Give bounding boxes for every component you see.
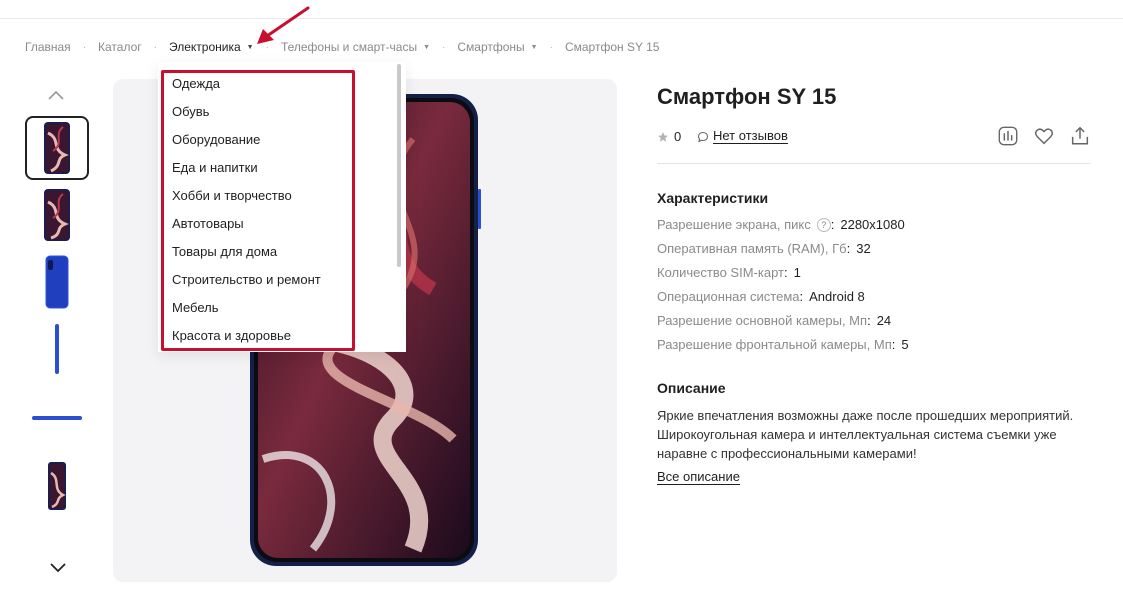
thumbnail-angled[interactable] <box>25 454 89 518</box>
spec-value: 5 <box>901 337 909 352</box>
spec-colon: : <box>867 313 871 328</box>
dropdown-scrollbar[interactable] <box>397 64 401 267</box>
spec-row-screen-resolution: Разрешение экрана, пикс ? : 2280x1080 <box>657 217 905 232</box>
spec-colon: : <box>891 337 896 352</box>
star-icon <box>658 131 668 142</box>
phone-front-alt-thumbnail <box>44 189 70 241</box>
spec-value: 2280x1080 <box>840 217 905 232</box>
breadcrumb-separator: · <box>82 41 87 53</box>
phone-back-thumbnail <box>45 255 69 309</box>
chat-icon <box>697 131 709 142</box>
header-divider <box>0 18 1123 19</box>
spec-label: Разрешение основной камеры, Мп <box>657 313 868 328</box>
dropdown-item-beauty[interactable]: Красота и здоровье <box>172 328 291 343</box>
help-icon[interactable]: ? <box>816 217 831 232</box>
spec-row-os: Операционная система : Android 8 <box>657 289 865 304</box>
compare-icon[interactable] <box>997 125 1019 147</box>
phone-side-thumbnail <box>55 324 59 374</box>
caret-down-icon: ▼ <box>423 43 431 51</box>
spec-label: Количество SIM-карт <box>657 265 784 280</box>
spec-colon: : <box>830 217 835 232</box>
reviews-link[interactable]: Нет отзывов <box>697 129 788 144</box>
product-title: Смартфон SY 15 <box>657 84 837 109</box>
breadcrumb: Главная · Каталог · Электроника ▼ · Телеф… <box>25 39 659 55</box>
dropdown-item-shoes[interactable]: Обувь <box>172 104 209 119</box>
thumbnail-side[interactable] <box>25 317 89 381</box>
reviews-label: Нет отзывов <box>713 128 788 144</box>
dropdown-item-furniture[interactable]: Мебель <box>172 300 219 315</box>
rating-value: 0 <box>674 129 682 144</box>
thumbnail-top[interactable] <box>25 386 89 450</box>
rating: 0 <box>657 129 681 144</box>
phone-front-thumbnail <box>44 122 70 174</box>
breadcrumb-smartphones[interactable]: Смартфоны ▼ <box>457 40 537 54</box>
spec-colon: : <box>783 265 788 280</box>
spec-colon: : <box>799 289 804 304</box>
breadcrumb-label: Каталог <box>98 40 142 54</box>
breadcrumb-electronics[interactable]: Электроника ▼ <box>169 40 254 54</box>
thumbnail-front-alt[interactable] <box>25 183 89 247</box>
full-description-link[interactable]: Все описание <box>657 470 740 485</box>
spec-label: Разрешение экрана, пикс <box>657 217 811 232</box>
chevron-down-icon[interactable] <box>47 558 69 576</box>
dropdown-item-home[interactable]: Товары для дома <box>172 244 277 259</box>
spec-label: Оперативная память (RAM), Гб <box>657 241 847 256</box>
annotation-arrow-icon <box>257 6 310 44</box>
specs-title: Характеристики <box>657 190 769 206</box>
breadcrumb-catalog[interactable]: Каталог <box>98 40 142 54</box>
breadcrumb-separator: · <box>442 41 446 53</box>
spec-value: 24 <box>876 313 892 328</box>
description-title: Описание <box>657 380 726 396</box>
spec-row-main-camera: Разрешение основной камеры, Мп : 24 <box>657 313 891 328</box>
breadcrumb-label: Электроника <box>169 40 241 54</box>
product-actions <box>997 125 1091 147</box>
category-dropdown: Одежда Обувь Оборудование Еда и напитки … <box>158 62 406 352</box>
spec-label: Разрешение фронтальной камеры, Мп <box>657 337 892 352</box>
spec-value: 32 <box>856 241 871 256</box>
dropdown-item-auto[interactable]: Автотовары <box>172 216 244 231</box>
spec-row-ram: Оперативная память (RAM), Гб : 32 <box>657 241 871 256</box>
dropdown-item-food[interactable]: Еда и напитки <box>172 160 258 175</box>
breadcrumb-separator: · <box>549 41 553 53</box>
phone-top-thumbnail <box>32 416 82 420</box>
dropdown-item-hobby[interactable]: Хобби и творчество <box>172 188 292 203</box>
dropdown-item-construction[interactable]: Строительство и ремонт <box>172 272 321 287</box>
dropdown-item-equipment[interactable]: Оборудование <box>172 132 260 147</box>
info-divider <box>657 163 1091 164</box>
breadcrumb-current-product: Смартфон SY 15 <box>565 40 659 54</box>
spec-value: 1 <box>793 265 801 280</box>
spec-colon: : <box>846 241 851 256</box>
breadcrumb-label: Смартфон SY 15 <box>564 40 660 54</box>
caret-down-icon: ▼ <box>530 43 538 51</box>
heart-icon[interactable] <box>1033 125 1055 147</box>
description-text: Яркие впечатления возможны даже после пр… <box>657 408 1074 461</box>
breadcrumb-separator: · <box>153 41 157 53</box>
phone-angled-thumbnail <box>48 462 66 510</box>
breadcrumb-home[interactable]: Главная <box>25 40 71 54</box>
chevron-up-icon[interactable] <box>45 86 67 104</box>
thumbnail-back[interactable] <box>25 250 89 314</box>
breadcrumb-label: Главная <box>25 40 71 54</box>
dropdown-item-clothes[interactable]: Одежда <box>172 76 220 91</box>
spec-label: Операционная система <box>657 289 800 304</box>
thumbnail-front[interactable] <box>25 116 89 180</box>
spec-row-front-camera: Разрешение фронтальной камеры, Мп : 5 <box>657 337 909 352</box>
spec-value: Android 8 <box>809 289 865 304</box>
breadcrumb-label: Смартфоны <box>457 40 525 54</box>
share-icon[interactable] <box>1069 125 1091 147</box>
spec-row-sim-count: Количество SIM-карт : 1 <box>657 265 801 280</box>
